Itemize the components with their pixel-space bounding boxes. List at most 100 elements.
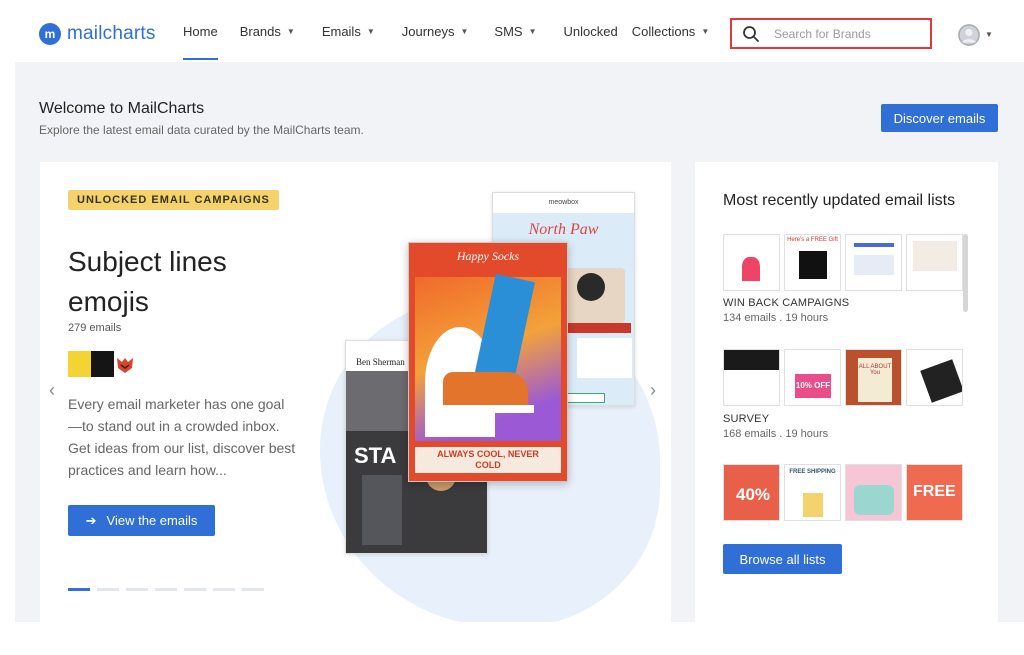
email-thumbnail[interactable]: 40% [723,464,780,521]
nav-sms-label: SMS [494,23,523,39]
nav-journeys[interactable]: Journeys ▼ [402,0,469,62]
view-emails-button[interactable]: ➔ View the emails [68,505,215,536]
illustration-shape [913,241,957,271]
email-thumbnail[interactable]: ALL ABOUT You [845,349,902,406]
email-headline: ALWAYS COOL, NEVER COLD [415,447,561,473]
list-name[interactable]: WIN BACK CAMPAIGNS [723,297,849,309]
illustration-shape [799,251,827,279]
nav-home-label: Home [183,23,218,39]
email-thumbnail[interactable]: Here's a FREE Gift [784,234,841,291]
illustration-shape [854,255,894,275]
campaign-badge: UNLOCKED EMAIL CAMPAIGNS [68,190,279,210]
illustration-shape [742,257,760,281]
thumbnail-text: FREE SHIPPING [789,469,836,475]
featured-email-count: 279 emails [68,322,122,334]
nav-unlocked[interactable]: Unlocked [564,0,618,62]
arrow-right-icon: ➔ [85,512,97,528]
featured-carousel-card: UNLOCKED EMAIL CAMPAIGNS Subject lines e… [40,162,671,622]
email-thumbnail[interactable] [723,234,780,291]
top-navbar: m mailcharts Home Brands ▼ Emails ▼ Journe… [0,0,1024,62]
browse-all-lists-button[interactable]: Browse all lists [723,544,842,574]
user-icon [958,24,980,46]
email-thumbnail[interactable] [723,349,780,406]
search-input[interactable] [774,26,914,41]
recent-lists-title: Most recently updated email lists [723,192,956,209]
illustration-shape [577,273,605,301]
list-thumbnails[interactable]: 10% OFF ALL ABOUT You [723,349,963,406]
illustration-shape [565,393,605,403]
logo-text: mailcharts [67,23,156,44]
list-thumbnails[interactable]: 40% FREE SHIPPING FREE [723,464,963,521]
chevron-down-icon: ▼ [528,26,537,36]
email-thumbnail[interactable] [845,464,902,521]
brand-logo [114,351,137,377]
carousel-dot[interactable] [242,588,264,591]
email-brand-label: Happy Socks [456,249,520,263]
nav-collections-label: Collections [631,23,696,39]
carousel-next-icon[interactable]: › [650,380,656,401]
thumbnail-text: Here's a FREE Gift [787,237,838,243]
email-brand-label: meowbox [548,199,579,206]
email-preview-happy-socks[interactable]: Happy Socks ALWAYS COOL, NEVER COLD [408,242,568,482]
thumbnail-text: ALL ABOUT You [858,358,892,402]
nav-collections[interactable]: Collections ▼ [632,0,710,62]
chevron-down-icon: ▼ [286,26,295,36]
thumbnail-text: 40% [736,485,771,504]
carousel-dot[interactable] [126,588,148,591]
view-emails-label: View the emails [106,513,198,528]
carousel-prev-icon[interactable]: ‹ [49,380,55,401]
search-icon [743,25,759,42]
featured-description: Every email marketer has one goal—to sta… [68,396,296,478]
illustration-shape [577,338,632,378]
illustration-shape [439,405,534,413]
chevron-down-icon[interactable]: ▼ [985,30,993,39]
carousel-dot[interactable] [97,588,119,591]
email-thumbnail[interactable]: 10% OFF [784,349,841,406]
list-thumbnails[interactable]: Here's a FREE Gift [723,234,963,291]
chevron-down-icon: ▼ [701,26,710,36]
mailcharts-logo[interactable]: m mailcharts [39,23,156,45]
nav-unlocked-label: Unlocked [563,23,618,39]
illustration-shape [854,243,894,247]
illustration-shape [362,475,402,545]
illustration-shape [854,485,894,515]
main-content: Welcome to MailCharts Explore the latest… [15,62,1024,622]
user-avatar[interactable] [958,24,980,46]
search-box[interactable] [730,18,932,49]
email-headline: North Paw [528,221,599,238]
email-thumbnail[interactable]: FREE SHIPPING [784,464,841,521]
list-meta: 134 emails . 19 hours [723,312,829,324]
featured-title[interactable]: Subject lines emojis [68,242,288,322]
list-name[interactable]: SURVEY [723,413,769,425]
list-scrollbar[interactable] [963,234,968,312]
email-thumbnail[interactable] [845,234,902,291]
email-thumbnail[interactable] [906,234,963,291]
chevron-down-icon: ▼ [460,26,469,36]
email-thumbnail[interactable] [906,349,963,406]
nav-sms[interactable]: SMS ▼ [494,0,536,62]
carousel-dots [68,588,264,591]
carousel-dot[interactable] [68,588,90,591]
page-subtitle: Explore the latest email data curated by… [39,123,364,137]
list-meta: 168 emails . 19 hours [723,428,829,440]
logo-mark-icon: m [39,23,61,45]
nav-brands-label: Brands [239,23,281,39]
discover-emails-button[interactable]: Discover emails [881,104,998,132]
email-headline: STA [354,443,397,468]
thumbnail-text: 10% OFF [795,374,831,398]
illustration-shape [920,359,962,403]
nav-journeys-label: Journeys [401,23,455,39]
main-nav: Home Brands ▼ Emails ▼ Journeys ▼ SMS ▼ Unlo… [183,0,709,62]
illustration-shape [724,350,779,370]
email-thumbnail[interactable]: FREE [906,464,963,521]
carousel-dot[interactable] [155,588,177,591]
brand-logo [91,351,114,377]
recent-lists-card: Most recently updated email lists Here's… [695,162,998,622]
carousel-dot[interactable] [184,588,206,591]
carousel-dot[interactable] [213,588,235,591]
nav-brands[interactable]: Brands ▼ [240,0,295,62]
illustration-shape [475,273,535,381]
nav-home[interactable]: Home [183,0,218,62]
nav-emails-label: Emails [321,23,361,39]
nav-emails[interactable]: Emails ▼ [322,0,375,62]
